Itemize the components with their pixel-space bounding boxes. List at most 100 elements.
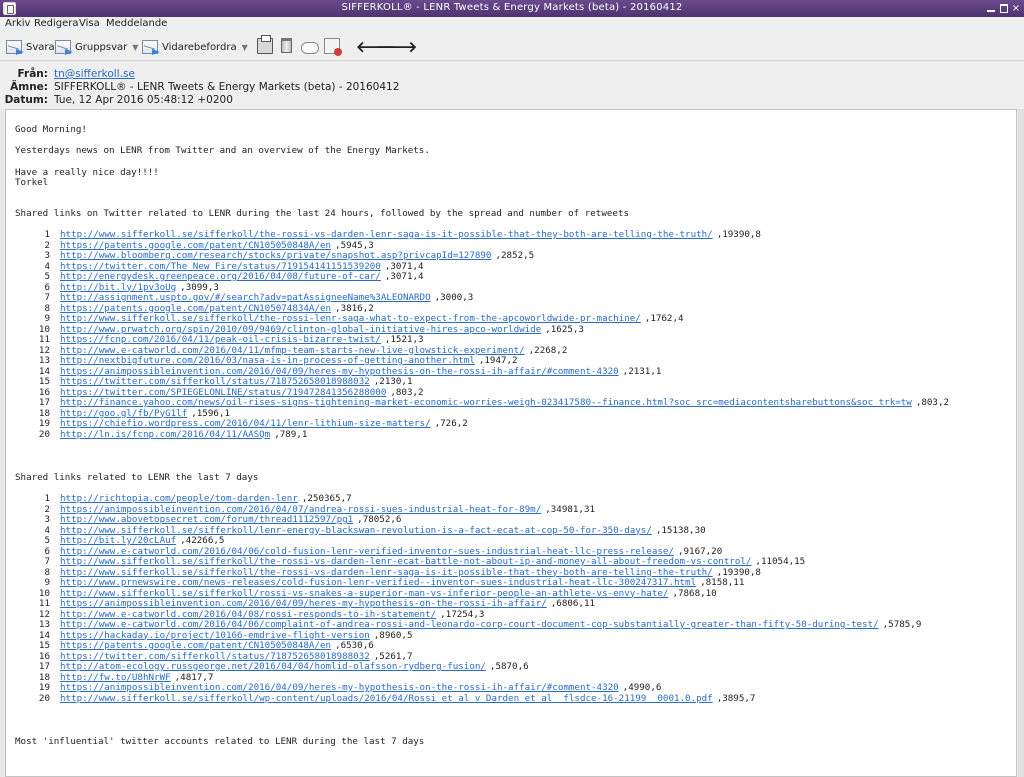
reply-all-icon bbox=[55, 40, 73, 55]
minimize-icon[interactable] bbox=[985, 3, 997, 14]
reply-icon bbox=[6, 40, 24, 55]
link-url[interactable]: http://fw.to/U8hNrWF bbox=[60, 672, 171, 683]
link-url[interactable]: https://chiefio.wordpress.com/2016/04/11… bbox=[60, 418, 431, 429]
menu-arkiv[interactable]: Arkiv bbox=[5, 18, 30, 29]
link-stats: ,2131,1 bbox=[622, 365, 662, 377]
link-url[interactable]: http://www.bloomberg.com/research/stocks… bbox=[60, 250, 491, 261]
menu-redigera[interactable]: Redigera bbox=[34, 18, 79, 29]
link-url[interactable]: http://www.prnewswire.com/news-releases/… bbox=[60, 577, 696, 588]
link-url[interactable]: http://www.prwatch.org/spin/2010/09/9469… bbox=[60, 324, 541, 335]
link-url[interactable]: http://www.sifferkoll.se/sifferkoll/the-… bbox=[60, 229, 713, 240]
list-item-number: 11 bbox=[38, 598, 50, 609]
reply-label: Svara bbox=[26, 41, 55, 53]
message-header: Från: tn@sifferkoll.se Ämne: SIFFERKOLL®… bbox=[0, 62, 1024, 109]
link-url[interactable]: https://animpossibleinvention.com/2016/0… bbox=[60, 598, 547, 609]
link-stats: ,2852,5 bbox=[495, 250, 535, 261]
title-bar: SIFFERKOLL® - LENR Tweets & Energy Marke… bbox=[0, 0, 1024, 17]
link-url[interactable]: https://patents.google.com/patent/CN1050… bbox=[60, 303, 331, 314]
link-stats: ,2268,2 bbox=[528, 344, 568, 356]
link-url[interactable]: http://finance.yahoo.com/news/oil-rises-… bbox=[60, 397, 912, 408]
list-item-number: 9 bbox=[44, 577, 50, 588]
link-stats: ,8158,11 bbox=[700, 577, 745, 588]
link-url[interactable]: https://twitter.com/The_New_Fire/status/… bbox=[60, 261, 381, 272]
link-url[interactable]: http://assignment.uspto.gov/#/search?adv… bbox=[60, 292, 431, 303]
scrollbar[interactable] bbox=[1018, 109, 1024, 777]
link-url[interactable]: https://patents.google.com/patent/CN1050… bbox=[60, 640, 331, 651]
link-url[interactable]: http://www.e-catworld.com/2016/04/11/mfm… bbox=[60, 345, 525, 356]
menu-bar: Arkiv Redigera Visa Meddelande bbox=[0, 17, 1024, 32]
link-url[interactable]: http://www.sifferkoll.se/sifferkoll/the-… bbox=[60, 556, 751, 567]
link-stats: ,34981,31 bbox=[545, 503, 596, 515]
list-item-link[interactable]: http://ln.is/fcnp.com/2016/04/11/AASQm ,7… bbox=[60, 429, 307, 441]
list-item-number: 9 bbox=[44, 313, 50, 324]
link-url[interactable]: https://patents.google.com/patent/CN1050… bbox=[60, 240, 331, 251]
reply-all-label: Gruppsvar bbox=[75, 41, 128, 53]
from-label: Från: bbox=[17, 68, 48, 80]
link-url[interactable]: http://www.sifferkoll.se/sifferkoll/the-… bbox=[60, 567, 713, 578]
from-address-link[interactable]: tn@sifferkoll.se bbox=[54, 68, 135, 80]
section-24h-title: Shared links on Twitter related to LENR … bbox=[15, 208, 629, 219]
menu-visa[interactable]: Visa bbox=[79, 18, 100, 29]
greeting-text: Good Morning! bbox=[15, 124, 87, 135]
list-item-number: 7 bbox=[44, 556, 50, 567]
trash-icon[interactable] bbox=[281, 38, 292, 53]
link-url[interactable]: http://www.sifferkoll.se/sifferkoll/ross… bbox=[60, 588, 668, 599]
chevron-down-icon[interactable]: ▼ bbox=[242, 43, 248, 52]
link-url[interactable]: http://goo.gl/fb/PyG1lf bbox=[60, 408, 187, 419]
link-stats: ,803,2 bbox=[915, 397, 950, 408]
link-url[interactable]: http://energydesk.greenpeace.org/2016/04… bbox=[60, 271, 381, 282]
link-stats: ,726,2 bbox=[434, 418, 468, 429]
link-url[interactable]: https://animpossibleinvention.com/2016/0… bbox=[60, 682, 619, 693]
link-stats: ,7868,10 bbox=[672, 587, 717, 599]
link-url[interactable]: http://www.abovetopsecret.com/forum/thre… bbox=[60, 514, 353, 525]
link-url[interactable]: https://animpossibleinvention.com/2016/0… bbox=[60, 504, 541, 515]
link-url[interactable]: https://animpossibleinvention.com/2016/0… bbox=[60, 366, 619, 377]
link-url[interactable]: https://hackaday.io/project/10166-emdriv… bbox=[60, 630, 370, 641]
list-item-link[interactable]: http://finance.yahoo.com/news/oil-rises-… bbox=[60, 397, 950, 409]
link-url[interactable]: https://twitter.com/sifferkoll/status/71… bbox=[60, 376, 370, 387]
link-stats: ,3000,3 bbox=[434, 292, 474, 303]
maximize-icon[interactable] bbox=[998, 3, 1010, 14]
toolbar: Svara Gruppsvar ▼ Vidarebefordra ▼ bbox=[0, 32, 1024, 61]
link-url[interactable]: https://twitter.com/SPIEGELONLINE/status… bbox=[60, 387, 386, 398]
cloud-icon[interactable] bbox=[301, 42, 319, 54]
subject-value: SIFFERKOLL® - LENR Tweets & Energy Marke… bbox=[54, 81, 400, 93]
link-url[interactable]: https://fcnp.com/2016/04/11/peak-oil-cri… bbox=[60, 334, 381, 345]
forward-arrow-icon[interactable]: 🡒 bbox=[377, 37, 417, 56]
menu-meddelande[interactable]: Meddelande bbox=[106, 18, 167, 29]
link-stats: ,11054,15 bbox=[755, 556, 806, 567]
junk-tag-icon[interactable] bbox=[324, 38, 342, 56]
printer-icon[interactable] bbox=[257, 35, 273, 54]
list-item-number: 3 bbox=[44, 250, 50, 261]
link-url[interactable]: https://twitter.com/sifferkoll/status/71… bbox=[60, 651, 370, 662]
forward-mail-icon bbox=[142, 40, 160, 55]
window-title: SIFFERKOLL® - LENR Tweets & Energy Marke… bbox=[341, 2, 683, 13]
link-stats: ,3895,7 bbox=[716, 692, 756, 704]
link-url[interactable]: http://www.sifferkoll.se/sifferkoll/lenr… bbox=[60, 525, 652, 536]
intro-text: Yesterdays news on LENR from Twitter and… bbox=[15, 145, 430, 156]
link-url[interactable]: http://atom-ecology.russgeorge.net/2016/… bbox=[60, 661, 486, 672]
link-url[interactable]: http://bit.ly/20cLAuf bbox=[60, 535, 176, 546]
link-url[interactable]: http://ln.is/fcnp.com/2016/04/11/AASQm bbox=[60, 429, 270, 440]
link-stats: ,19390,8 bbox=[716, 229, 761, 240]
link-url[interactable]: http://bit.ly/1pv3oUg bbox=[60, 282, 176, 293]
link-url[interactable]: http://www.e-catworld.com/2016/04/06/col… bbox=[60, 546, 674, 557]
forward-label: Vidarebefordra bbox=[162, 41, 237, 53]
link-url[interactable]: http://richtopia.com/people/tom-darden-l… bbox=[60, 493, 298, 504]
message-body[interactable]: Good Morning! Yesterdays news on LENR fr… bbox=[5, 109, 1017, 777]
forward-button[interactable]: Vidarebefordra ▼ bbox=[142, 38, 248, 56]
chevron-down-icon[interactable]: ▼ bbox=[132, 43, 138, 52]
date-value: Tue, 12 Apr 2016 05:48:12 +0200 bbox=[54, 94, 233, 106]
link-url[interactable]: http://www.e-catworld.com/2016/04/08/ros… bbox=[60, 609, 436, 620]
list-item-number: 13 bbox=[38, 619, 50, 630]
close-icon[interactable]: × bbox=[1010, 3, 1022, 14]
link-url[interactable]: http://www.sifferkoll.se/sifferkoll/the-… bbox=[60, 313, 641, 324]
link-url[interactable]: http://www.e-catworld.com/2016/04/06/com… bbox=[60, 619, 879, 630]
reply-button[interactable]: Svara bbox=[6, 38, 55, 56]
reply-all-button[interactable]: Gruppsvar ▼ bbox=[55, 38, 138, 56]
link-url[interactable]: http://www.sifferkoll.se/sifferkoll/wp-c… bbox=[60, 693, 713, 704]
link-stats: ,1762,4 bbox=[644, 313, 684, 324]
list-item-number: 20 bbox=[38, 428, 50, 440]
link-url[interactable]: http://nextbigfuture.com/2016/03/nasa-is… bbox=[60, 355, 475, 366]
list-item-link[interactable]: http://www.sifferkoll.se/sifferkoll/wp-c… bbox=[60, 692, 756, 705]
